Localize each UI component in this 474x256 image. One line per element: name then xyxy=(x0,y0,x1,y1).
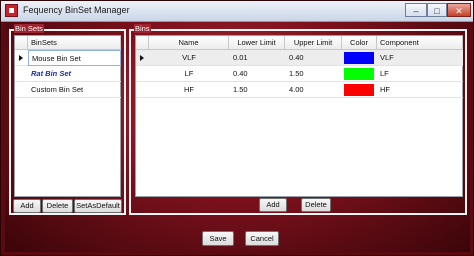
bin-color-cell[interactable] xyxy=(342,50,377,66)
bins-group-label: Bins xyxy=(134,24,151,33)
set-as-default-button[interactable]: SetAsDefault xyxy=(74,199,122,213)
current-row-arrow-icon xyxy=(140,55,144,61)
binsets-list[interactable]: BinSets Mouse Bin Set Rat Bin Set Custom… xyxy=(14,35,121,197)
color-swatch[interactable] xyxy=(344,52,374,64)
bin-lower-limit-cell[interactable]: 1.50 xyxy=(229,82,285,98)
bins-group: Bins Name Lower Limit Upper Limit Color … xyxy=(129,24,467,215)
title-bar[interactable]: Fequency BinSet Manager – □ ✕ xyxy=(1,1,473,22)
window-title: Fequency BinSet Manager xyxy=(23,5,130,15)
binset-name[interactable]: Mouse Bin Set xyxy=(28,50,121,66)
bin-name-cell[interactable]: LF xyxy=(149,66,229,82)
binset-add-button[interactable]: Add xyxy=(13,199,41,213)
bin-component-cell[interactable]: VLF xyxy=(377,50,463,66)
binset-name[interactable]: Rat Bin Set xyxy=(28,66,121,82)
list-item[interactable]: Rat Bin Set xyxy=(15,66,121,82)
list-item[interactable]: Custom Bin Set xyxy=(15,82,121,98)
bin-lower-limit-cell[interactable]: 0.01 xyxy=(229,50,285,66)
binsets-row-header xyxy=(15,36,28,50)
bins-row-header xyxy=(136,36,149,50)
table-row[interactable]: LF 0.40 1.50 LF xyxy=(136,66,463,82)
bins-grid[interactable]: Name Lower Limit Upper Limit Color Compo… xyxy=(135,35,463,197)
column-header-name[interactable]: Name xyxy=(149,36,229,50)
bin-color-cell[interactable] xyxy=(342,82,377,98)
binset-name[interactable]: Custom Bin Set xyxy=(28,82,121,98)
column-header-lower-limit[interactable]: Lower Limit xyxy=(229,36,285,50)
bin-name-cell[interactable]: VLF xyxy=(149,50,229,66)
column-header-upper-limit[interactable]: Upper Limit xyxy=(285,36,342,50)
bin-name-cell[interactable]: HF xyxy=(149,82,229,98)
table-row[interactable]: VLF 0.01 0.40 VLF xyxy=(136,50,463,66)
table-row[interactable]: HF 1.50 4.00 HF xyxy=(136,82,463,98)
cancel-button[interactable]: Cancel xyxy=(245,231,279,246)
binsets-group: Bin Sets BinSets Mouse Bin Set Rat Bin S… xyxy=(9,24,126,215)
column-header-component[interactable]: Component xyxy=(377,36,463,50)
binsets-column-header[interactable]: BinSets xyxy=(28,36,121,50)
minimize-button[interactable]: – xyxy=(405,3,427,17)
color-swatch[interactable] xyxy=(344,84,374,96)
bin-component-cell[interactable]: LF xyxy=(377,66,463,82)
close-button[interactable]: ✕ xyxy=(447,3,471,17)
bin-upper-limit-cell[interactable]: 4.00 xyxy=(285,82,342,98)
bin-component-cell[interactable]: HF xyxy=(377,82,463,98)
maximize-button[interactable]: □ xyxy=(427,3,447,17)
binset-manager-window: Fequency BinSet Manager – □ ✕ Bin Sets B… xyxy=(0,0,474,256)
column-header-color[interactable]: Color xyxy=(342,36,377,50)
client-area: Bin Sets BinSets Mouse Bin Set Rat Bin S… xyxy=(5,22,470,252)
save-button[interactable]: Save xyxy=(202,231,234,246)
bin-upper-limit-cell[interactable]: 0.40 xyxy=(285,50,342,66)
bin-add-button[interactable]: Add xyxy=(259,198,287,212)
bin-upper-limit-cell[interactable]: 1.50 xyxy=(285,66,342,82)
bin-delete-button[interactable]: Delete xyxy=(301,198,331,212)
bin-color-cell[interactable] xyxy=(342,66,377,82)
binsets-group-label: Bin Sets xyxy=(14,24,44,33)
list-item[interactable]: Mouse Bin Set xyxy=(15,50,121,66)
app-icon xyxy=(5,4,18,17)
color-swatch[interactable] xyxy=(344,68,374,80)
binset-delete-button[interactable]: Delete xyxy=(42,199,73,213)
current-row-arrow-icon xyxy=(19,55,23,61)
bin-lower-limit-cell[interactable]: 0.40 xyxy=(229,66,285,82)
